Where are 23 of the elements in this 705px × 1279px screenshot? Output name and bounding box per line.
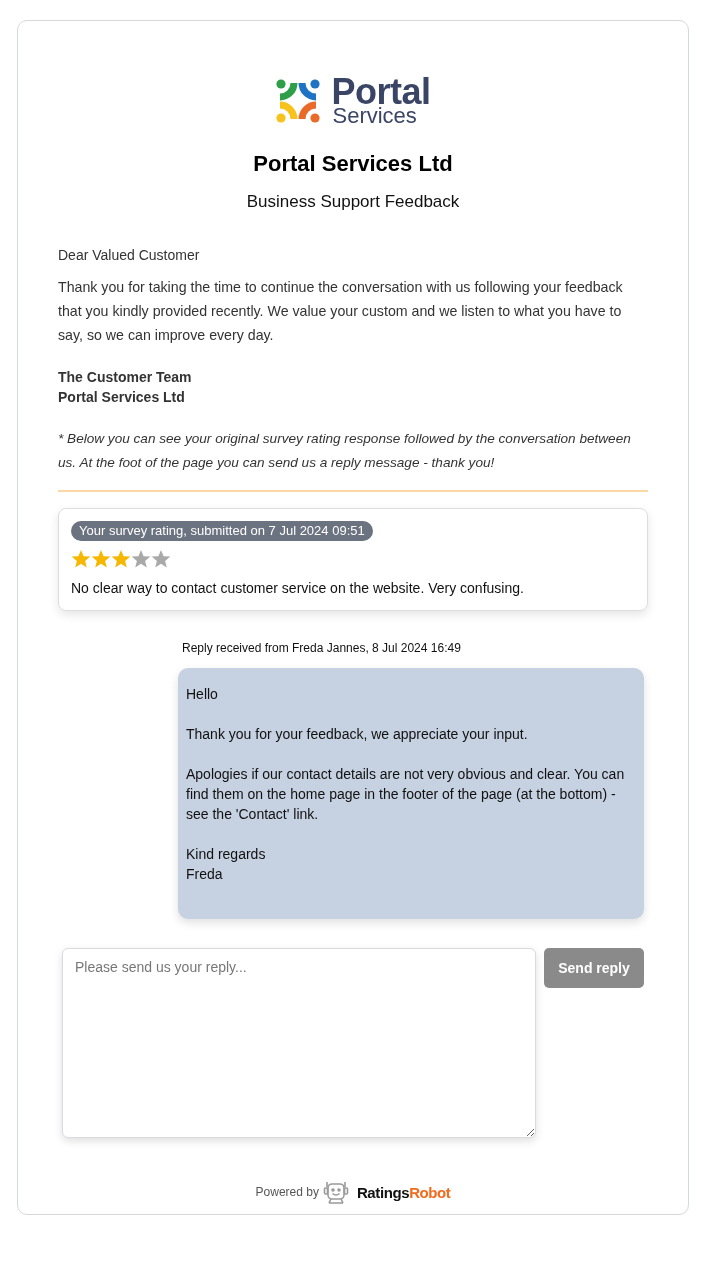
powered-by-text: Powered by [255,1185,319,1199]
reply-heading: Reply received from Freda Jannes, 8 Jul 2024 16:49 [182,640,461,656]
brand-wordmark: RatingsRobot [356,1183,451,1201]
star-icon [111,549,131,569]
intro-paragraph: Thank you for taking the time to continue the conversation with us following your feedback that you kindly provided recently. We value your custom and we listen to what you have to say, so we can improve every day. [58,278,624,345]
star-icon [151,549,171,569]
signature-team: The Customer Team [58,368,192,387]
company-title: Portal Services Ltd [252,150,454,178]
reply-message: Hello Thank you for your feedback, we appreciate your input. Apologies if our contact details are not very obvious and clear. You can find them on the home page in the footer of the page (at the bottom) - see the 'Contact' link. Kind regards Freda [178,668,644,919]
logo-wordmark: Portal [331,76,431,106]
robot-icon [322,1180,349,1204]
logo-icon [275,78,322,124]
signature-company: Portal Services Ltd [58,388,185,407]
instructions-note: * Below you can see your original survey rating response followed by the conversation between us. At the foot of the page you can send us a reply message - thank you! [58,430,632,472]
rating-date-badge: Your survey rating, submitted on 7 Jul 2024 09:51 [71,521,373,541]
star-icon [91,549,111,569]
greeting-text: Dear Valued Customer [58,246,201,265]
page-subtitle: Business Support Feedback [245,191,461,213]
rating-comment: No clear way to contact customer service on the website. Very confusing. [71,579,524,598]
star-icon [71,549,91,569]
reply-field[interactable]: Please send us your reply... [62,948,536,1138]
logo-tagline: Services [332,105,417,126]
star-icon [131,549,151,569]
